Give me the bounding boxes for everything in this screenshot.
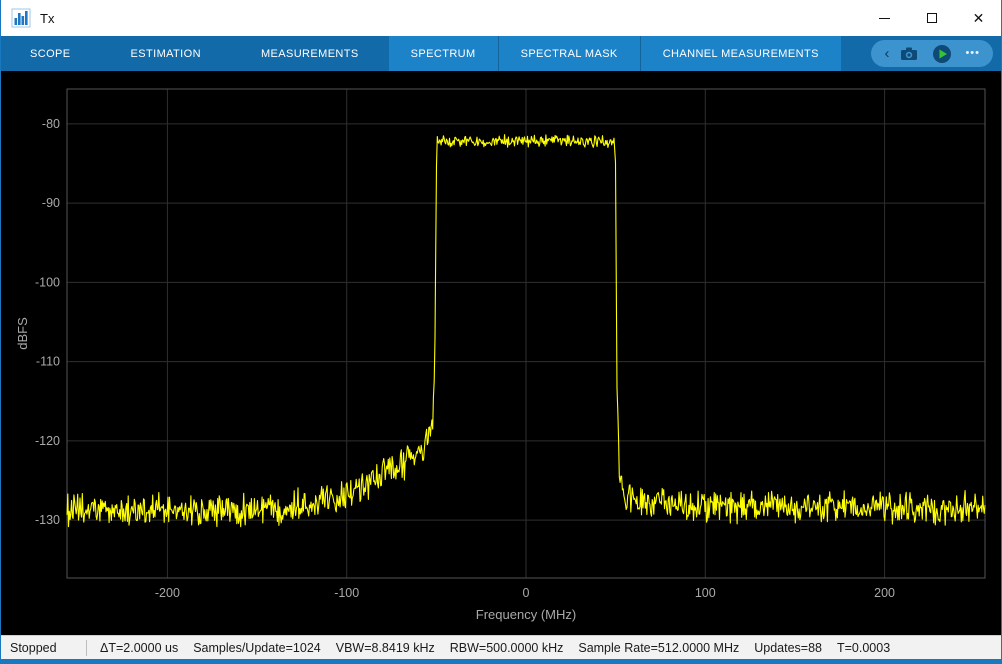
svg-text:-100: -100 [35,275,60,289]
status-items: ΔT=2.0000 us Samples/Update=1024 VBW=8.8… [100,641,890,655]
x-axis-label: Frequency (MHz) [476,607,576,622]
status-rbw: RBW=500.0000 kHz [450,641,564,655]
status-time: T=0.0003 [837,641,890,655]
status-delta-t: ΔT=2.0000 us [100,641,178,655]
maximize-button[interactable] [908,0,955,36]
status-vbw: VBW=8.8419 kHz [336,641,435,655]
collapse-chevron-icon[interactable]: ‹ [884,46,889,61]
statusbar-divider [86,640,87,656]
tab-channel-measurements[interactable]: CHANNEL MEASUREMENTS [640,36,841,71]
tab-scope[interactable]: SCOPE [0,36,101,71]
maximize-icon [927,13,937,23]
minimize-button[interactable] [861,0,908,36]
grid-lines [67,89,985,578]
y-axis-label: dBFS [15,317,30,350]
plot-area[interactable]: -200 -100 0 100 200 -80 -90 -100 -110 -120 -130 Fre… [0,71,1002,635]
svg-text:100: 100 [695,586,716,600]
svg-text:-120: -120 [35,434,60,448]
svg-text:200: 200 [874,586,895,600]
status-updates: Updates=88 [754,641,822,655]
statusbar: Stopped ΔT=2.0000 us Samples/Update=1024… [0,635,1002,659]
snapshot-button[interactable] [900,46,919,61]
window-controls: ✕ [861,0,1002,36]
svg-text:-80: -80 [42,117,60,131]
tab-spectral-mask[interactable]: SPECTRAL MASK [498,36,640,71]
close-button[interactable]: ✕ [955,0,1002,36]
context-tab-group: SPECTRUM SPECTRAL MASK CHANNEL MEASUREME… [389,36,841,71]
tab-measurements[interactable]: MEASUREMENTS [231,36,389,71]
spectrum-plot[interactable]: -200 -100 0 100 200 -80 -90 -100 -110 -120 -130 Fre… [0,71,1002,635]
status-samples-per-update: Samples/Update=1024 [193,641,321,655]
svg-text:-100: -100 [334,586,359,600]
svg-text:-130: -130 [35,513,60,527]
svg-text:-90: -90 [42,196,60,210]
run-play-icon [932,44,952,64]
tab-spectrum[interactable]: SPECTRUM [389,36,498,71]
run-button[interactable] [932,44,952,64]
toolbar: SCOPE ESTIMATION MEASUREMENTS SPECTRUM S… [0,36,1002,71]
svg-text:-110: -110 [36,355,60,369]
spectrum-analyzer-window: Tx ✕ SCOPE ESTIMATION MEASUREMENTS SPECT… [0,0,1002,664]
snapshot-camera-icon [900,46,919,61]
titlebar: Tx ✕ [0,0,1002,36]
window-border-left [0,0,1,664]
y-tick-labels: -80 -90 -100 -110 -120 -130 [35,117,60,527]
close-icon: ✕ [973,11,985,25]
x-tick-labels: -200 -100 0 100 200 [155,586,895,600]
status-sample-rate: Sample Rate=512.0000 MHz [578,641,739,655]
bar-chart-icon [11,8,31,28]
bottom-accent-strip [0,659,1002,664]
svg-text:0: 0 [523,586,530,600]
quick-controls-pill: ‹ ••• [871,40,993,67]
toolbar-quick-controls: ‹ ••• [871,36,1002,71]
minimize-icon [879,18,890,19]
svg-text:-200: -200 [155,586,180,600]
window-title: Tx [40,11,54,26]
more-button[interactable]: ••• [965,48,980,59]
tab-estimation[interactable]: ESTIMATION [101,36,231,71]
status-state: Stopped [0,641,86,655]
